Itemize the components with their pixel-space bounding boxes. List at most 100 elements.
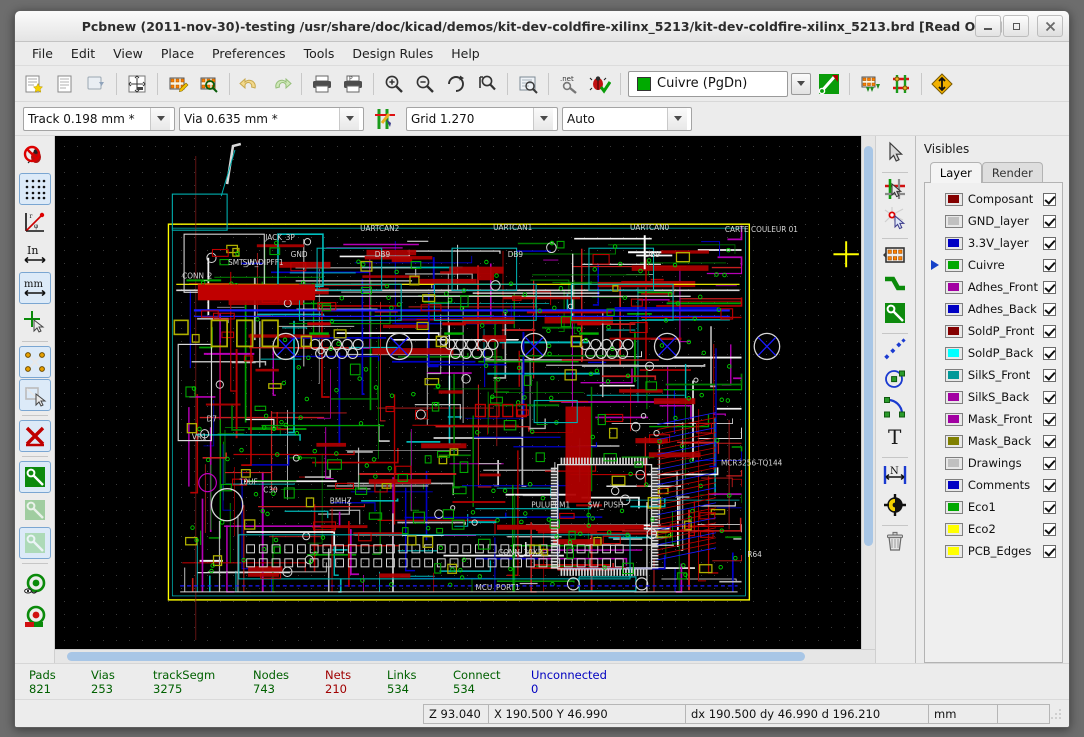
- net-highlight-button[interactable]: [883, 177, 907, 205]
- open-board-button[interactable]: [50, 69, 80, 99]
- layer-list[interactable]: Composant GND_layer 3.3V_layer Cuivre Adhes_…: [923, 182, 1063, 663]
- layer-visibility-checkbox[interactable]: [1043, 214, 1056, 228]
- units-mm-button[interactable]: mm: [18, 272, 51, 304]
- layer-row[interactable]: Eco2: [931, 518, 1060, 540]
- layer-color-swatch[interactable]: [944, 192, 963, 206]
- layer-row[interactable]: Mask_Front: [931, 408, 1060, 430]
- layer-row[interactable]: Composant: [931, 188, 1060, 210]
- layer-color-swatch[interactable]: [944, 324, 963, 338]
- menu-design-rules[interactable]: Design Rules: [343, 44, 442, 63]
- zoom-selector[interactable]: Auto: [562, 106, 692, 131]
- layer-row[interactable]: 3.3V_layer: [931, 232, 1060, 254]
- print-button[interactable]: [307, 69, 337, 99]
- redo-button[interactable]: [266, 69, 296, 99]
- layer-color-swatch[interactable]: [944, 478, 963, 492]
- layer-row[interactable]: GND_layer: [931, 210, 1060, 232]
- local-ratsnest-button[interactable]: [883, 206, 907, 234]
- layer-color-swatch[interactable]: [944, 214, 963, 228]
- netlist-button[interactable]: .net: [554, 69, 584, 99]
- module-viewer-button[interactable]: [194, 69, 224, 99]
- layer-visibility-checkbox[interactable]: [1043, 368, 1056, 382]
- delete-button[interactable]: [883, 530, 907, 558]
- layer-visibility-checkbox[interactable]: [1043, 324, 1056, 338]
- polar-coords-button[interactable]: r φ: [19, 206, 51, 238]
- layer-color-swatch[interactable]: [944, 390, 963, 404]
- track-width-selector[interactable]: Track 0.198 mm *: [23, 106, 175, 131]
- plot-button[interactable]: P: [338, 69, 368, 99]
- menu-tools[interactable]: Tools: [295, 44, 344, 63]
- drc-button[interactable]: [585, 69, 615, 99]
- menu-place[interactable]: Place: [152, 44, 203, 63]
- layer-color-swatch[interactable]: [944, 434, 963, 448]
- layer-color-swatch[interactable]: [944, 412, 963, 426]
- add-text-button[interactable]: T: [883, 425, 907, 453]
- grid-selector[interactable]: Grid 1.270: [406, 106, 558, 131]
- zoom-in-button[interactable]: [379, 69, 409, 99]
- add-line-button[interactable]: [883, 338, 907, 366]
- vertical-scroll-thumb[interactable]: [863, 146, 873, 547]
- zone-outline-button[interactable]: [19, 494, 51, 526]
- layer-color-swatch[interactable]: [944, 456, 963, 470]
- layer-color-swatch[interactable]: [944, 544, 963, 558]
- mode-module-button[interactable]: [855, 69, 885, 99]
- close-button[interactable]: [1037, 15, 1063, 37]
- maximize-button[interactable]: [1003, 15, 1029, 37]
- menu-view[interactable]: View: [104, 44, 152, 63]
- module-editor-button[interactable]: [163, 69, 193, 99]
- layer-visibility-checkbox[interactable]: [1043, 302, 1056, 316]
- layer-row[interactable]: Comments: [931, 474, 1060, 496]
- layer-visibility-checkbox[interactable]: [1043, 544, 1056, 558]
- add-module-button[interactable]: [883, 243, 907, 271]
- via-sketch-button[interactable]: [19, 568, 51, 600]
- layer-selector-dropdown[interactable]: [789, 69, 813, 99]
- layer-row[interactable]: SoldP_Front: [931, 320, 1060, 342]
- layer-color-swatch[interactable]: [944, 280, 963, 294]
- cursor-shape-button[interactable]: [19, 305, 51, 337]
- zoom-fit-button[interactable]: [472, 69, 502, 99]
- tab-layer[interactable]: Layer: [929, 162, 982, 183]
- add-zone-button[interactable]: [883, 301, 907, 329]
- layer-row[interactable]: SilkS_Back: [931, 386, 1060, 408]
- layer-row[interactable]: Adhes_Back: [931, 298, 1060, 320]
- layer-visibility-checkbox[interactable]: [1043, 522, 1056, 536]
- menu-preferences[interactable]: Preferences: [203, 44, 295, 63]
- layer-visibility-checkbox[interactable]: [1043, 258, 1056, 272]
- menu-edit[interactable]: Edit: [62, 44, 104, 63]
- track-sketch-button[interactable]: [19, 601, 51, 633]
- layer-selector[interactable]: Cuivre (PgDn): [628, 70, 788, 97]
- layer-visibility-checkbox[interactable]: [1043, 478, 1056, 492]
- grid-dropdown[interactable]: [533, 107, 553, 130]
- grid-display-button[interactable]: [18, 173, 51, 205]
- pcb-canvas[interactable]: UARTCAN2 UARTCAN1 UARTCAN0 DB9 DB9 DB9 CARTE C…: [55, 136, 861, 649]
- layer-row[interactable]: Drawings: [931, 452, 1060, 474]
- layer-visibility-checkbox[interactable]: [1043, 500, 1056, 514]
- via-size-selector[interactable]: Via 0.635 mm *: [179, 106, 364, 131]
- design-rule-button[interactable]: [814, 69, 844, 99]
- new-board-button[interactable]: [19, 69, 49, 99]
- module-ratsnest-button[interactable]: [18, 379, 51, 411]
- tab-render[interactable]: Render: [981, 162, 1043, 183]
- layer-color-swatch[interactable]: [944, 258, 963, 272]
- show-ratsnest-button[interactable]: [18, 346, 51, 378]
- layer-visibility-checkbox[interactable]: [1043, 192, 1056, 206]
- resize-grip-icon[interactable]: [1049, 707, 1063, 721]
- zoom-out-button[interactable]: [410, 69, 440, 99]
- layer-color-swatch[interactable]: [944, 346, 963, 360]
- page-settings-button[interactable]: [122, 69, 152, 99]
- auto-track-width-button[interactable]: [370, 104, 400, 134]
- auto-delete-track-button[interactable]: [18, 420, 51, 452]
- layer-row[interactable]: SilkS_Front: [931, 364, 1060, 386]
- layer-color-swatch[interactable]: [944, 236, 963, 250]
- track-width-dropdown[interactable]: [150, 107, 170, 130]
- save-board-button[interactable]: [81, 69, 111, 99]
- layer-color-swatch[interactable]: [944, 302, 963, 316]
- find-button[interactable]: [513, 69, 543, 99]
- units-inch-button[interactable]: In: [19, 239, 51, 271]
- layer-visibility-checkbox[interactable]: [1043, 280, 1056, 294]
- layer-visibility-checkbox[interactable]: [1043, 390, 1056, 404]
- vertical-scrollbar[interactable]: [860, 136, 875, 649]
- layer-color-swatch[interactable]: [944, 368, 963, 382]
- menu-file[interactable]: File: [23, 44, 62, 63]
- zoom-redraw-button[interactable]: [441, 69, 471, 99]
- via-size-dropdown[interactable]: [339, 107, 359, 130]
